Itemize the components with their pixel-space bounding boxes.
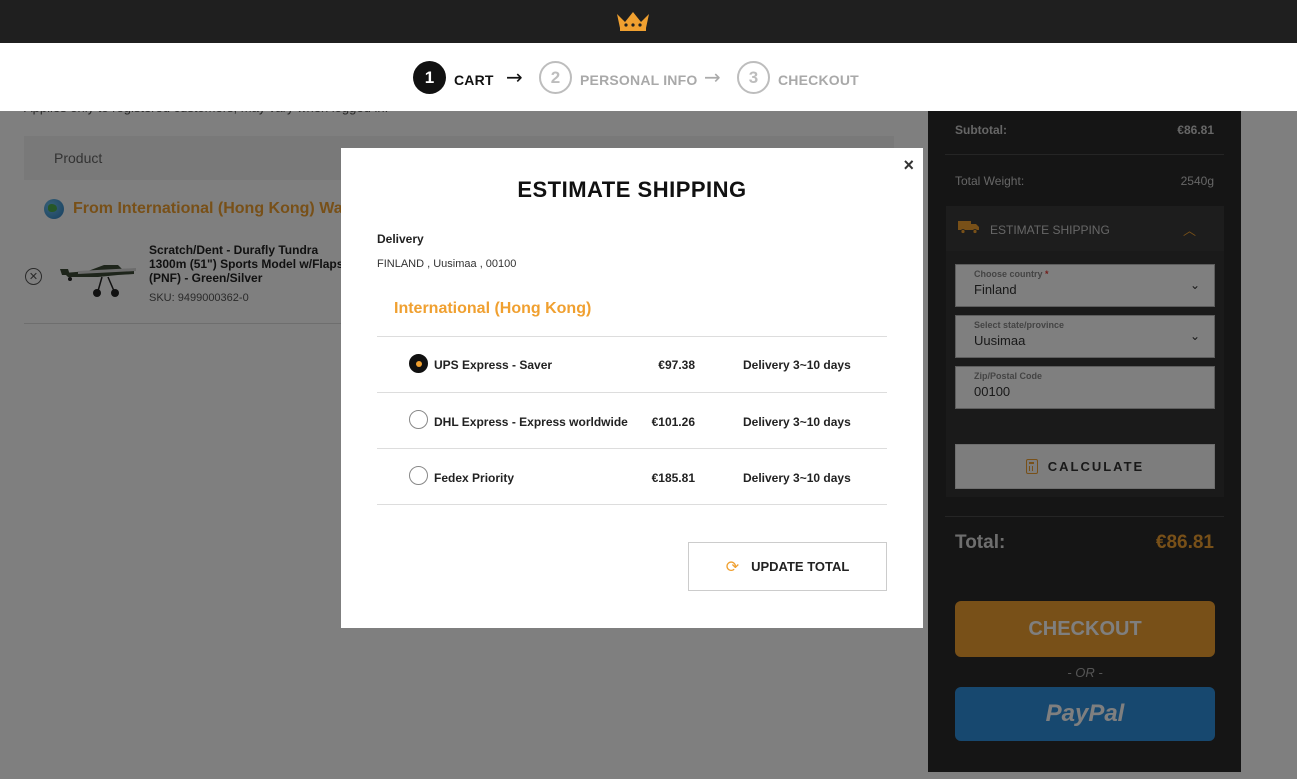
estimate-shipping-panel: ESTIMATE SHIPPING ︿ Choose country * Fin… (946, 206, 1224, 497)
state-select[interactable]: Select state/province Uusimaa ⌄ (955, 315, 1215, 358)
option-price: €185.81 (651, 471, 695, 485)
shipping-option[interactable]: UPS Express - Saver €97.38 Delivery 3~10… (377, 336, 887, 392)
arrow-right-icon: → (506, 65, 523, 89)
radio-button[interactable] (409, 410, 428, 429)
radio-button[interactable] (409, 466, 428, 485)
estimate-shipping-modal: × ESTIMATE SHIPPING Delivery FINLAND , U… (341, 148, 923, 628)
step-label: CART (454, 71, 494, 88)
total-label: Total: (955, 532, 1006, 553)
product-image[interactable] (58, 251, 140, 301)
step-personal-info[interactable]: 2 PERSONAL INFO (539, 61, 697, 94)
update-total-label: UPDATE TOTAL (751, 559, 850, 574)
calculate-button[interactable]: CALCULATE (955, 444, 1215, 489)
crown-logo-icon[interactable] (614, 10, 652, 32)
shipping-option[interactable]: Fedex Priority €185.81 Delivery 3~10 day… (377, 448, 887, 504)
subtotal-label: Subtotal: (955, 123, 1007, 137)
or-divider-text: - OR - (1067, 665, 1103, 680)
top-bar (0, 0, 1297, 43)
zip-input[interactable]: Zip/Postal Code 00100 (955, 366, 1215, 409)
delivery-label: Delivery (377, 232, 424, 246)
header-product: Product (54, 150, 103, 166)
step-label: PERSONAL INFO (580, 71, 698, 88)
step-number: 2 (539, 61, 572, 94)
step-number: 3 (737, 61, 770, 94)
chevron-down-icon: ⌄ (1189, 329, 1200, 343)
weight-value: 2540g (1180, 174, 1214, 188)
divider (945, 516, 1224, 517)
step-number: 1 (413, 61, 446, 94)
product-name[interactable]: Scratch/Dent - Durafly Tundra 1300m (51"… (149, 243, 349, 285)
divider (377, 504, 887, 505)
chevron-down-icon: ⌄ (1189, 278, 1200, 292)
shipping-option[interactable]: DHL Express - Express worldwide €101.26 … (377, 392, 887, 448)
zip-label: Zip/Postal Code (974, 371, 1043, 381)
checkout-steps: 1 CART → 2 PERSONAL INFO → 3 CHECKOUT (0, 43, 1297, 111)
divider (945, 154, 1224, 155)
step-checkout[interactable]: 3 CHECKOUT (737, 61, 859, 94)
subtotal-row: Subtotal: €86.81 (955, 123, 1214, 137)
subtotal-value: €86.81 (1177, 123, 1214, 137)
step-cart[interactable]: 1 CART (413, 61, 494, 94)
radio-button[interactable] (409, 354, 428, 373)
paypal-button[interactable]: PayPal (955, 687, 1215, 741)
modal-title: ESTIMATE SHIPPING (517, 177, 747, 202)
country-select[interactable]: Choose country * Finland ⌄ (955, 264, 1215, 307)
country-label: Choose country * (974, 269, 1049, 279)
remove-item-icon[interactable]: ✕ (25, 268, 42, 285)
weight-label: Total Weight: (955, 174, 1025, 188)
state-value: Uusimaa (974, 333, 1026, 348)
delivery-address: FINLAND , Uusimaa , 00100 (377, 258, 517, 270)
option-price: €101.26 (651, 415, 695, 429)
truck-icon (958, 221, 979, 234)
option-delivery-time: Delivery 3~10 days (743, 415, 851, 429)
globe-icon (44, 199, 64, 219)
option-name: Fedex Priority (434, 471, 515, 485)
estimate-shipping-toggle[interactable]: ESTIMATE SHIPPING ︿ (946, 206, 1224, 251)
option-delivery-time: Delivery 3~10 days (743, 358, 851, 372)
refresh-icon: ⟳ (725, 557, 740, 576)
calculate-label: CALCULATE (1047, 459, 1145, 474)
option-delivery-time: Delivery 3~10 days (743, 471, 851, 485)
order-summary-sidebar: Subtotal: €86.81 Total Weight: 2540g EST… (928, 111, 1241, 772)
total-value: €86.81 (1155, 532, 1214, 553)
option-price: €97.38 (658, 358, 695, 372)
estimate-shipping-title: ESTIMATE SHIPPING (990, 223, 1110, 237)
step-label: CHECKOUT (778, 71, 859, 88)
total-row: Total: €86.81 (955, 532, 1214, 554)
option-name: DHL Express - Express worldwide (434, 415, 628, 429)
arrow-right-icon: → (704, 65, 721, 89)
warehouse-heading: From International (Hong Kong) Ware (44, 199, 358, 219)
state-label: Select state/province (974, 320, 1065, 330)
region-title: International (Hong Kong) (394, 300, 592, 317)
option-name: UPS Express - Saver (434, 358, 553, 372)
zip-value: 00100 (974, 384, 1011, 399)
country-value: Finland (974, 282, 1017, 297)
weight-row: Total Weight: 2540g (955, 174, 1214, 188)
chevron-up-icon: ︿ (1182, 223, 1196, 238)
update-total-button[interactable]: ⟳ UPDATE TOTAL (688, 542, 887, 591)
warehouse-label: From International (Hong Kong) Ware (73, 200, 358, 217)
close-icon[interactable]: × (903, 156, 914, 174)
product-sku: SKU: 9499000362-0 (149, 292, 249, 304)
calculator-icon (1025, 459, 1038, 474)
checkout-button[interactable]: CHECKOUT (955, 601, 1215, 657)
